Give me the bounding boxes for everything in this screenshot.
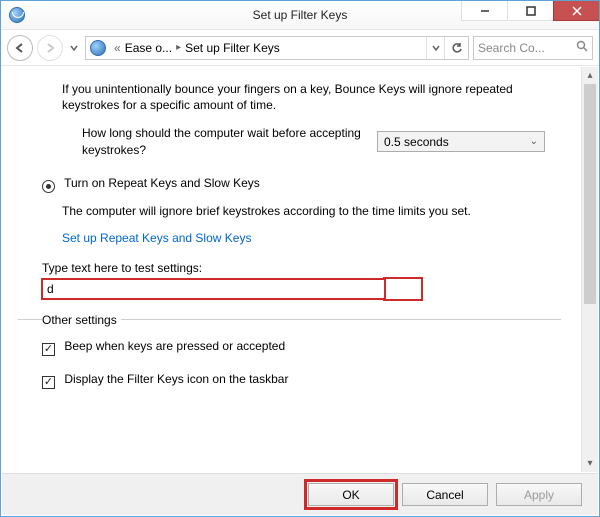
close-button[interactable] xyxy=(553,1,599,21)
test-settings-input[interactable] xyxy=(42,279,385,299)
history-dropdown-button[interactable] xyxy=(67,35,81,61)
taskbar-icon-checkbox-label: Display the Filter Keys icon on the task… xyxy=(64,372,288,386)
wait-question-label: How long should the computer wait before… xyxy=(82,125,367,157)
button-bar: OK Cancel Apply xyxy=(2,473,598,515)
search-icon xyxy=(576,40,588,55)
content-pane: If you unintentionally bounce your finge… xyxy=(2,67,581,472)
back-button[interactable] xyxy=(7,35,33,61)
minimize-button[interactable] xyxy=(461,1,507,21)
scroll-up-button[interactable]: ▴ xyxy=(582,67,598,84)
wait-duration-select[interactable]: 0.5 seconds ⌄ xyxy=(377,131,545,152)
titlebar: Set up Filter Keys xyxy=(1,1,599,30)
cancel-button[interactable]: Cancel xyxy=(402,483,488,506)
control-panel-icon xyxy=(90,40,106,56)
chevron-down-icon: ⌄ xyxy=(530,136,538,147)
search-input[interactable]: Search Co... xyxy=(473,36,593,60)
test-input-label: Type text here to test settings: xyxy=(42,261,561,275)
apply-button[interactable]: Apply xyxy=(496,483,582,506)
breadcrumb-seg-filterkeys[interactable]: Set up Filter Keys xyxy=(185,41,280,55)
repeat-slow-keys-label: Turn on Repeat Keys and Slow Keys xyxy=(64,176,260,190)
navigation-bar: « Ease o... ▸ Set up Filter Keys Search … xyxy=(1,30,599,66)
beep-checkbox[interactable]: ✓ xyxy=(42,343,55,356)
breadcrumb-prefix: « xyxy=(110,41,125,55)
scrollbar-thumb[interactable] xyxy=(584,84,596,304)
setup-repeat-slow-keys-link[interactable]: Set up Repeat Keys and Slow Keys xyxy=(62,231,561,245)
window: Set up Filter Keys « Ease o... xyxy=(0,0,600,517)
vertical-scrollbar[interactable]: ▴ ▾ xyxy=(581,67,598,472)
search-placeholder: Search Co... xyxy=(478,41,545,55)
refresh-button[interactable] xyxy=(444,37,468,59)
beep-checkbox-label: Beep when keys are pressed or accepted xyxy=(64,339,285,353)
address-bar[interactable]: « Ease o... ▸ Set up Filter Keys xyxy=(85,36,469,60)
bounce-keys-description: If you unintentionally bounce your finge… xyxy=(62,81,561,113)
maximize-button[interactable] xyxy=(507,1,553,21)
other-settings-group: Other settings ✓ Beep when keys are pres… xyxy=(18,313,561,389)
breadcrumb-seg-ease[interactable]: Ease o... xyxy=(125,41,172,55)
address-dropdown-button[interactable] xyxy=(426,37,444,59)
other-settings-legend: Other settings xyxy=(42,313,121,327)
scroll-down-button[interactable]: ▾ xyxy=(582,455,598,472)
ok-button[interactable]: OK xyxy=(308,483,394,506)
repeat-slow-keys-description: The computer will ignore brief keystroke… xyxy=(62,203,561,219)
forward-button[interactable] xyxy=(37,35,63,61)
taskbar-icon-checkbox[interactable]: ✓ xyxy=(42,376,55,389)
repeat-slow-keys-radio[interactable] xyxy=(42,180,55,193)
wait-duration-value: 0.5 seconds xyxy=(384,135,449,149)
chevron-right-icon: ▸ xyxy=(172,42,185,53)
